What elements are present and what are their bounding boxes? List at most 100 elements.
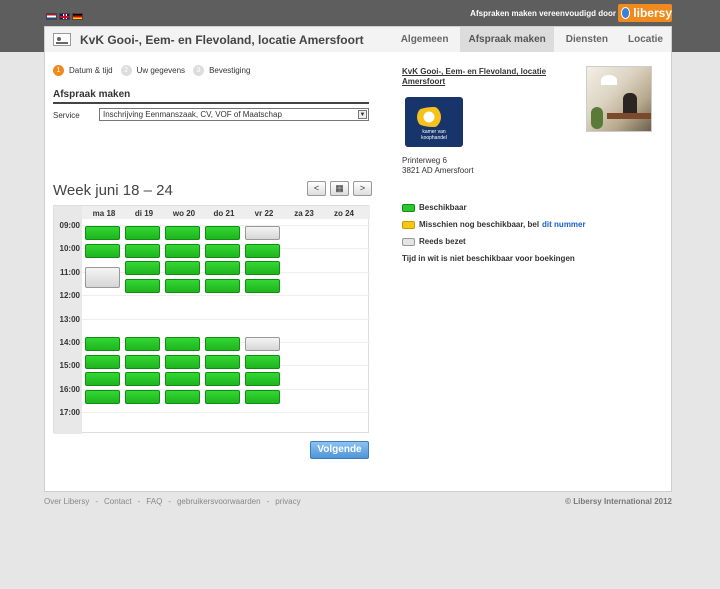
available-slot[interactable] <box>85 354 120 369</box>
available-slot[interactable] <box>205 278 240 293</box>
available-slot[interactable] <box>125 226 160 240</box>
available-slot[interactable] <box>165 243 200 258</box>
next-button[interactable]: Volgende <box>310 441 369 459</box>
location-name-link[interactable]: KvK Gooi-, Eem- en Flevoland, locatie Am… <box>402 67 552 87</box>
previous-week-button[interactable]: < <box>307 181 326 196</box>
dutch-flag-icon[interactable] <box>46 13 57 20</box>
available-slot[interactable] <box>125 243 160 258</box>
available-slot[interactable] <box>165 389 200 404</box>
time-label: 13:00 <box>59 314 80 324</box>
footer-separator: - <box>266 497 270 506</box>
available-slot[interactable] <box>245 261 280 276</box>
legend-maybe: Misschien nog beschikbaar, bel dit numme… <box>402 216 586 233</box>
footer-link[interactable]: Contact <box>104 497 132 506</box>
day-label: vr 22 <box>254 209 274 218</box>
german-flag-icon[interactable] <box>72 13 83 20</box>
available-slot[interactable] <box>125 278 160 293</box>
time-label: 11:00 <box>59 267 80 277</box>
legend-maybe-label: Misschien nog beschikbaar, bel <box>419 220 540 229</box>
page-title: KvK Gooi-, Eem- en Flevoland, locatie Am… <box>80 33 364 47</box>
step-number: 2 <box>120 65 132 76</box>
time-label: 10:00 <box>59 244 80 254</box>
libersy-brand: libersy <box>633 6 672 20</box>
phone-number-link[interactable]: dit nummer <box>542 220 586 229</box>
photo-lamp <box>601 75 617 85</box>
legend-booked-label: Reeds bezet <box>419 237 466 246</box>
available-slot[interactable] <box>245 372 280 387</box>
id-card-icon <box>53 33 71 46</box>
available-slot[interactable] <box>205 337 240 352</box>
available-slot[interactable] <box>85 226 120 240</box>
footer-link[interactable]: Over Libersy <box>44 497 89 506</box>
location-photo <box>586 66 652 132</box>
footer-link[interactable]: privacy <box>275 497 300 506</box>
available-slot[interactable] <box>165 354 200 369</box>
libersy-logo[interactable]: libersy <box>618 4 672 22</box>
tab-diensten[interactable]: Diensten <box>558 27 616 52</box>
day-label: do 21 <box>213 209 235 218</box>
chevron-down-icon[interactable]: ▼ <box>358 110 367 119</box>
tab-locatie[interactable]: Locatie <box>620 27 671 52</box>
service-select[interactable]: Inschrijving Eenmanszaak, CV, VOF of Maa… <box>99 108 369 121</box>
available-slot[interactable] <box>125 261 160 276</box>
time-label: 14:00 <box>59 338 80 347</box>
available-slot[interactable] <box>165 337 200 352</box>
step-label: Datum & tijd <box>69 66 113 75</box>
main-nav: Algemeen Afspraak maken Diensten Locatie <box>389 27 671 52</box>
step-label: Bevestiging <box>209 66 251 75</box>
available-slot[interactable] <box>125 354 160 369</box>
booked-slot <box>245 226 280 240</box>
available-slot[interactable] <box>165 261 200 276</box>
next-week-button[interactable]: > <box>353 181 372 196</box>
available-slot[interactable] <box>85 243 120 258</box>
available-slot[interactable] <box>165 278 200 293</box>
legend-note: Tijd in wit is niet beschikbaar voor boe… <box>402 254 575 263</box>
yellow-swatch-icon <box>402 220 415 229</box>
tab-algemeen[interactable]: Algemeen <box>393 27 457 52</box>
day-label: za 23 <box>294 209 314 218</box>
available-slot[interactable] <box>245 243 280 258</box>
booked-slot <box>85 266 120 289</box>
time-label: 09:00 <box>59 221 80 230</box>
service-label: Service <box>53 111 80 120</box>
available-slot[interactable] <box>125 337 160 352</box>
available-slot[interactable] <box>165 226 200 240</box>
available-slot[interactable] <box>205 243 240 258</box>
footer-links: Over Libersy - Contact - FAQ - gebruikersvoorw… <box>44 497 307 506</box>
legend-available-label: Beschikbaar <box>419 203 467 212</box>
available-slot[interactable] <box>125 389 160 404</box>
footer-separator: - <box>168 497 171 506</box>
available-slot[interactable] <box>85 389 120 404</box>
available-slot[interactable] <box>85 337 120 352</box>
available-slot[interactable] <box>205 261 240 276</box>
main-content: 1 Datum & tijd 2 Uw gegevens 3 Bevestigi… <box>44 52 672 492</box>
footer-separator: - <box>95 497 99 506</box>
calendar-icon[interactable]: ▦ <box>330 181 349 196</box>
available-slot[interactable] <box>245 278 280 293</box>
footer-link[interactable]: FAQ <box>146 497 162 506</box>
english-flag-icon[interactable] <box>59 13 70 20</box>
legend: Beschikbaar Misschien nog beschikbaar, b… <box>402 199 586 263</box>
kvk-swoosh-icon <box>413 107 453 127</box>
booked-slot <box>245 337 280 352</box>
tab-afspraak-maken[interactable]: Afspraak maken <box>460 27 554 52</box>
day-label: ma 18 <box>92 209 116 218</box>
available-slot[interactable] <box>165 372 200 387</box>
available-slot[interactable] <box>245 389 280 404</box>
time-label: 12:00 <box>59 291 80 301</box>
powered-by-text: Afspraken maken vereenvoudigd door <box>470 9 616 18</box>
available-slot[interactable] <box>205 226 240 240</box>
week-navigation: < ▦ > <box>307 181 372 196</box>
available-slot[interactable] <box>245 354 280 369</box>
footer-link[interactable]: gebruikersvoorwaarden <box>177 497 261 506</box>
legend-booked: Reeds bezet <box>402 233 586 250</box>
location-address: Printerweg 6 3821 AD Amersfoort <box>402 156 474 176</box>
available-slot[interactable] <box>205 354 240 369</box>
copyright: © Libersy International 2012 <box>565 497 672 506</box>
available-slot[interactable] <box>205 389 240 404</box>
available-slot[interactable] <box>125 372 160 387</box>
available-slot[interactable] <box>205 372 240 387</box>
available-slot[interactable] <box>85 372 120 387</box>
address-city: 3821 AD Amersfoort <box>402 166 474 175</box>
week-calendar: ma 18 di 19 wo 20 do 21 vr 22 za 23 zo 24 09:0… <box>53 205 370 434</box>
